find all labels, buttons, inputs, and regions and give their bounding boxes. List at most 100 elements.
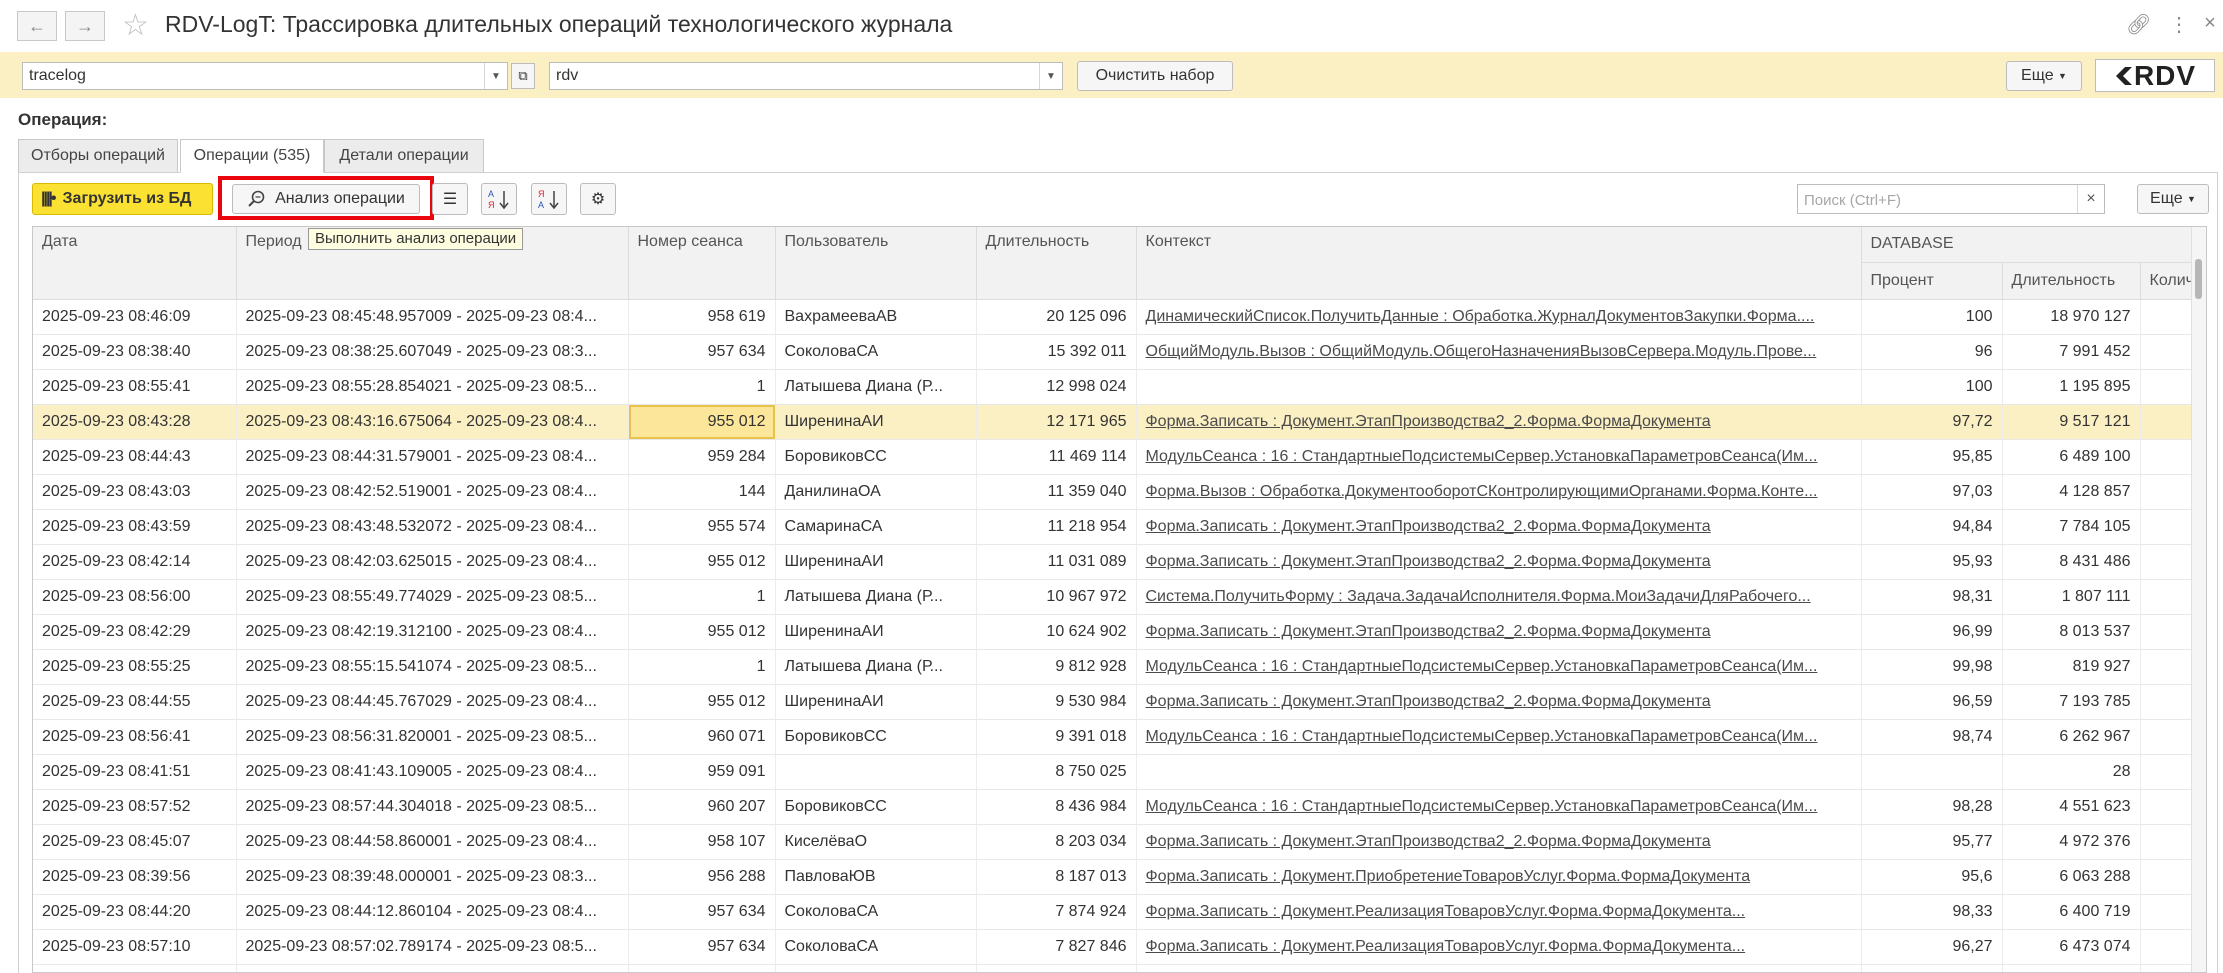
col-user[interactable]: Пользователь <box>775 227 977 300</box>
list-menu-icon[interactable]: ☰ <box>432 183 468 215</box>
tab-operation-details[interactable]: Детали операции <box>324 139 484 173</box>
table-row[interactable]: 2025-09-23 08:43:28 2025-09-23 08:43:16.6… <box>33 404 2194 440</box>
col-duration[interactable]: Длительность <box>976 227 1137 300</box>
chevron-down-icon[interactable]: ▼ <box>1039 63 1062 89</box>
table-row[interactable]: 2025-09-23 08:43:03 2025-09-23 08:42:52.5… <box>33 474 2194 510</box>
table-row[interactable]: 2025-09-23 08:57:52 2025-09-23 08:57:44.3… <box>33 789 2194 825</box>
logo-mark-icon <box>2115 66 2132 85</box>
sort-ascending-icon[interactable]: А Я <box>481 183 517 215</box>
col-context[interactable]: Контекст <box>1136 227 1862 300</box>
cell-period: 2025-09-23 08:39:48.000001 - 2025-09-23 … <box>236 859 629 895</box>
open-window-icon[interactable]: ⧉ <box>511 63 535 89</box>
col-date[interactable]: Дата <box>33 227 237 300</box>
more-button-top[interactable]: Еще ▼ <box>2006 61 2082 91</box>
cell-context[interactable]: МодульСеанса : 16 : СтандартныеПодсистем… <box>1136 789 1862 825</box>
clear-search-icon[interactable]: × <box>2077 185 2104 213</box>
cell-context[interactable]: Форма.Записать : Документ.ЭтапПроизводст… <box>1136 684 1862 720</box>
cell-context[interactable]: МодульСеанса : 16 : СтандартныеПодсистем… <box>1136 719 1862 755</box>
cell-date: 2025-09-23 08:56:00 <box>33 579 237 615</box>
settings-gear-icon[interactable]: ⚙ <box>580 183 616 215</box>
table-row[interactable]: 2025-09-23 08:56:00 2025-09-23 08:55:49.7… <box>33 579 2194 615</box>
cell-context[interactable]: Форма.Записать : Документ.ПриобретениеТо… <box>1136 859 1862 895</box>
cell-context[interactable]: Форма.Записать : Документ.РеализацияТова… <box>1136 894 1862 930</box>
table-row[interactable]: 2025-09-23 08:38:40 2025-09-23 08:38:25.6… <box>33 334 2194 370</box>
cell-context[interactable]: МодульСеанса : 16 : СтандартныеПодсистем… <box>1136 649 1862 685</box>
cell-context[interactable]: Форма.Записать : Документ.ЭтапПроизводст… <box>1136 614 1862 650</box>
table-row[interactable]: 2025-09-23 08:42:032025-09-23 08:41:55.3… <box>33 964 2194 972</box>
col-count[interactable]: Количе <box>2140 262 2194 300</box>
table-row[interactable]: 2025-09-23 08:46:09 2025-09-23 08:45:48.9… <box>33 299 2194 335</box>
back-arrow-icon[interactable]: ← <box>17 11 57 41</box>
table-row[interactable]: 2025-09-23 08:57:10 2025-09-23 08:57:02.7… <box>33 929 2194 965</box>
cell-context[interactable]: ДинамическийСписок.ПолучитьДанные : Обра… <box>1136 299 1862 335</box>
source-combo[interactable]: tracelog ▼ <box>22 62 508 90</box>
tab-operation-filters[interactable]: Отборы операций <box>18 139 178 173</box>
cell-count <box>2140 894 2194 930</box>
cell-percent: 97,75 <box>1861 964 2003 972</box>
cell-count <box>2140 334 2194 370</box>
kebab-menu-icon[interactable]: ⋮ <box>2167 12 2191 37</box>
table-row[interactable]: 2025-09-23 08:55:41 2025-09-23 08:55:28.8… <box>33 369 2194 405</box>
set-combo[interactable]: rdv ▼ <box>549 62 1063 90</box>
cell-context[interactable]: Система.ПолучитьФорму : Задача.ЗадачаИсп… <box>1136 579 1862 615</box>
cell-duration: 8 750 025 <box>976 754 1137 790</box>
table-row[interactable]: 2025-09-23 08:42:14 2025-09-23 08:42:03.6… <box>33 544 2194 580</box>
set-combo-value: rdv <box>556 67 579 84</box>
col-session[interactable]: Номер сеанса <box>628 227 776 300</box>
svg-text:А: А <box>488 189 494 199</box>
cell-context[interactable]: Форма.Вызов : Обработка.ДокументооборотС… <box>1136 474 1862 510</box>
cell-duration: 15 392 011 <box>976 334 1137 370</box>
cell-context[interactable]: Форма.Записать : Документ.ЭтапПроизводст… <box>1136 509 1862 545</box>
cell-user: СоколоваСА <box>775 894 977 930</box>
tab-operations[interactable]: Операции (535) <box>180 139 324 173</box>
table-row[interactable]: 2025-09-23 08:44:55 2025-09-23 08:44:45.7… <box>33 684 2194 720</box>
table-row[interactable]: 2025-09-23 08:44:43 2025-09-23 08:44:31.5… <box>33 439 2194 475</box>
load-from-db-label: Загрузить из БД <box>62 190 192 207</box>
cell-context[interactable] <box>1136 369 1862 405</box>
cell-db-duration: 9 517 121 <box>2002 404 2141 440</box>
table-row[interactable]: 2025-09-23 08:41:51 2025-09-23 08:41:43.1… <box>33 754 2194 790</box>
table-row[interactable]: 2025-09-23 08:44:20 2025-09-23 08:44:12.8… <box>33 894 2194 930</box>
sort-descending-icon[interactable]: Я А <box>531 183 567 215</box>
col-db-duration[interactable]: Длительность <box>2002 262 2141 300</box>
cell-context[interactable]: Форма.Записать : Документ.ЭтапПроизводст… <box>1136 824 1862 860</box>
more-button-grid[interactable]: Еще ▼ <box>2137 184 2209 214</box>
cell-count <box>2140 369 2194 405</box>
cell-context[interactable]: Форма.Записать : Документ.ЭтапПроизводст… <box>1136 544 1862 580</box>
table-row[interactable]: 2025-09-23 08:45:07 2025-09-23 08:44:58.8… <box>33 824 2194 860</box>
analysis-button[interactable]: Анализ операции <box>232 184 420 214</box>
clear-set-button[interactable]: Очистить набор <box>1077 61 1233 91</box>
cell-user: БоровиковСС <box>775 719 977 755</box>
cell-context[interactable]: ОбщийМодуль.Вызов : ОбщийМодуль.ОбщегоНа… <box>1136 334 1862 370</box>
favorite-star-icon[interactable]: ☆ <box>122 8 149 44</box>
cell-count <box>2140 859 2194 895</box>
close-icon[interactable]: × <box>2198 12 2222 35</box>
vertical-scrollbar[interactable] <box>2191 227 2206 972</box>
forward-arrow-icon[interactable]: → <box>65 11 105 41</box>
operations-table: Дата Период Номер сеанса Пользователь Дл… <box>32 226 2207 973</box>
table-row[interactable]: 2025-09-23 08:39:56 2025-09-23 08:39:48.0… <box>33 859 2194 895</box>
cell-context[interactable]: Форма.Записать : Документ.ЭтапПроизводст… <box>1136 404 1862 440</box>
chevron-down-icon[interactable]: ▼ <box>484 63 507 89</box>
table-row[interactable]: 2025-09-23 08:56:41 2025-09-23 08:56:31.8… <box>33 719 2194 755</box>
cell-context[interactable]: Форма.Вызов : Обработка.ДокументооборотС… <box>1136 964 1862 972</box>
link-icon[interactable]: 🔗︎ <box>2126 12 2151 37</box>
cell-session: 955 012 <box>628 544 776 580</box>
cell-context[interactable] <box>1136 754 1862 790</box>
load-from-db-button[interactable]: ||||• Загрузить из БД <box>32 183 213 215</box>
table-row[interactable]: 2025-09-23 08:55:25 2025-09-23 08:55:15.5… <box>33 649 2194 685</box>
search-input[interactable] <box>1802 186 2076 214</box>
cell-session: 957 634 <box>628 894 776 930</box>
cell-context[interactable]: Форма.Записать : Документ.РеализацияТова… <box>1136 929 1862 965</box>
cell-duration: 9 391 018 <box>976 719 1137 755</box>
cell-percent: 96 <box>1861 334 2003 370</box>
cell-context[interactable]: МодульСеанса : 16 : СтандартныеПодсистем… <box>1136 439 1862 475</box>
search-field[interactable]: × <box>1797 184 2105 214</box>
scrollbar-thumb[interactable] <box>2195 259 2202 299</box>
table-row[interactable]: 2025-09-23 08:42:29 2025-09-23 08:42:19.3… <box>33 614 2194 650</box>
magnifier-icon <box>248 190 265 207</box>
logo-text: RDV <box>2133 59 2197 91</box>
table-row[interactable]: 2025-09-23 08:43:59 2025-09-23 08:43:48.5… <box>33 509 2194 545</box>
cell-session: 1 <box>628 649 776 685</box>
col-percent[interactable]: Процент <box>1861 262 2003 300</box>
